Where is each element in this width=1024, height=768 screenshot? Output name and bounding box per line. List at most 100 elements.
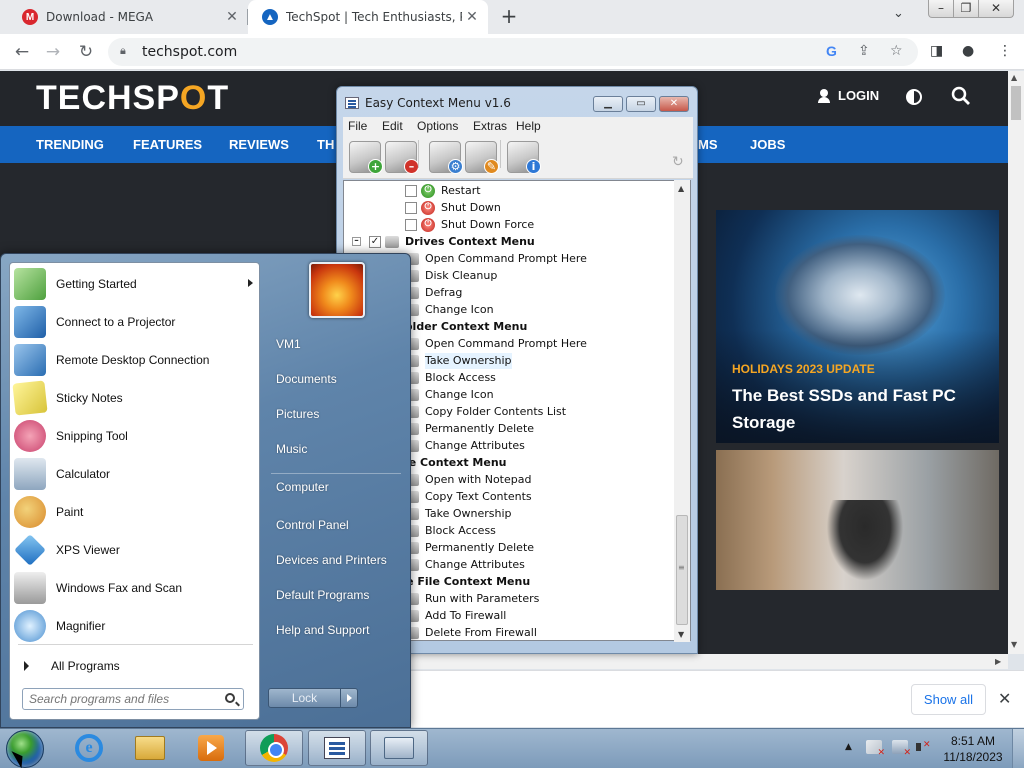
tree-item[interactable]: Run with Parameters [405, 590, 539, 607]
lock-button[interactable]: Lock [268, 688, 341, 708]
tree-item[interactable]: Change Attributes [405, 556, 525, 573]
network-icon[interactable] [892, 740, 911, 758]
link-pictures[interactable]: Pictures [276, 407, 319, 421]
program-sticky-notes[interactable]: Sticky Notes [10, 379, 259, 417]
tree-category-exe[interactable]: xe File Context Menu [399, 573, 530, 590]
nav-ms[interactable]: MS [698, 137, 718, 152]
nav-th[interactable]: TH [317, 137, 334, 152]
tree-item[interactable]: Open Command Prompt Here [405, 335, 587, 352]
login-link[interactable]: LOGIN [818, 88, 879, 103]
tree-item[interactable]: Delete From Firewall [405, 624, 537, 640]
checkbox-checked[interactable]: ✓ [369, 235, 381, 248]
tab-search-chevron-icon[interactable]: ⌄ [893, 6, 904, 21]
tree-item[interactable]: Change Attributes [405, 437, 525, 454]
menu-extras[interactable]: Extras [473, 119, 507, 133]
tree-item[interactable]: Change Icon [405, 301, 494, 318]
program-magnifier[interactable]: Magnifier [10, 607, 259, 645]
link-documents[interactable]: Documents [276, 372, 337, 386]
collapse-icon[interactable]: – [352, 237, 361, 246]
tree-item-shut-down[interactable]: ⏻ Shut Down [405, 199, 501, 216]
tree-item-highlighted[interactable]: Take Ownership [405, 352, 512, 369]
settings-button[interactable]: ⚙ [429, 141, 463, 174]
action-center-flag-icon[interactable] [866, 740, 885, 758]
nav-jobs[interactable]: JOBS [750, 137, 785, 152]
menu-kebab-icon[interactable]: ⋮ [998, 43, 1012, 59]
minimize-button[interactable]: ▁ [593, 96, 623, 112]
user-avatar[interactable] [309, 262, 365, 318]
all-programs-button[interactable]: All Programs [10, 655, 259, 677]
taskbar-easy-context-menu[interactable] [308, 730, 366, 766]
link-devices-printers[interactable]: Devices and Printers [276, 553, 387, 567]
hero-tag[interactable]: HOLIDAYS 2023 UPDATE [732, 362, 875, 376]
techspot-logo[interactable]: TECHSPOT [36, 79, 229, 118]
show-hidden-icons-icon[interactable]: ▲ [845, 742, 852, 752]
taskbar-windows-explorer[interactable] [121, 730, 179, 766]
link-music[interactable]: Music [276, 442, 307, 456]
theme-toggle-icon[interactable] [906, 89, 922, 105]
close-button[interactable]: ✕ [659, 96, 689, 112]
menu-options[interactable]: Options [417, 119, 458, 133]
taskbar-chrome[interactable] [245, 730, 303, 766]
program-calculator[interactable]: Calculator [10, 455, 259, 493]
minimize-button[interactable]: – [928, 0, 954, 18]
scroll-up-arrow-icon[interactable]: ▲ [678, 184, 684, 193]
tree-item[interactable]: Take Ownership [405, 505, 512, 522]
program-connect-projector[interactable]: Connect to a Projector [10, 303, 259, 341]
new-tab-button[interactable]: + [497, 4, 521, 28]
volume-muted-icon[interactable] [916, 740, 931, 754]
back-button[interactable]: ← [11, 41, 33, 63]
tree-category-folder[interactable]: older Context Menu [405, 318, 527, 335]
maximize-button[interactable]: ▭ [626, 96, 656, 112]
nav-reviews[interactable]: REVIEWS [229, 137, 289, 152]
tree-item[interactable]: Defrag [405, 284, 462, 301]
tree-item[interactable]: Copy Text Contents [405, 488, 532, 505]
tree-item[interactable]: Disk Cleanup [405, 267, 497, 284]
remove-all-button[interactable]: – [385, 141, 419, 174]
start-search-box[interactable] [22, 688, 244, 710]
apply-changes-button[interactable]: + [349, 141, 383, 174]
scroll-up-arrow-icon[interactable]: ▲ [1011, 73, 1017, 82]
link-help-support[interactable]: Help and Support [276, 623, 369, 637]
checkbox[interactable] [405, 201, 417, 214]
hero-title[interactable]: The Best SSDs and Fast PC Storage [732, 382, 992, 436]
horizontal-scrollbar[interactable] [410, 654, 1008, 669]
tree-category-file[interactable]: le Context Menu [405, 454, 507, 471]
tab-mega[interactable]: M Download - MEGA ✕ [8, 0, 248, 34]
menu-edit[interactable]: Edit [382, 119, 403, 133]
tree-item[interactable]: Change Icon [405, 386, 494, 403]
address-bar[interactable]: 🔒︎ techspot.com G ⇪ ☆ [108, 38, 918, 66]
refresh-icon[interactable]: ↻ [672, 154, 684, 170]
side-panel-icon[interactable]: ◨ [930, 43, 943, 59]
close-downloads-bar-icon[interactable]: ✕ [998, 689, 1011, 708]
tree-item[interactable]: Block Access [405, 369, 496, 386]
tree-item[interactable]: Block Access [405, 522, 496, 539]
close-tab-icon[interactable]: ✕ [222, 9, 242, 25]
nav-features[interactable]: FEATURES [133, 137, 202, 152]
program-getting-started[interactable]: Getting Started [10, 265, 259, 303]
lock-icon[interactable]: 🔒︎ [120, 44, 126, 58]
bookmark-star-icon[interactable]: ☆ [890, 43, 903, 59]
tree-item[interactable]: Permanently Delete [405, 539, 534, 556]
system-clock[interactable]: 8:51 AM 11/18/2023 [938, 733, 1008, 765]
maximize-button[interactable]: ❐ [953, 0, 979, 18]
search-icon[interactable] [225, 693, 235, 703]
google-icon[interactable]: G [826, 43, 837, 59]
taskbar-keyboard-app[interactable] [370, 730, 428, 766]
tree-item[interactable]: Permanently Delete [405, 420, 534, 437]
tree-item[interactable]: Add To Firewall [405, 607, 506, 624]
program-snipping-tool[interactable]: Snipping Tool [10, 417, 259, 455]
show-desktop-button[interactable] [1012, 729, 1024, 768]
close-tab-icon[interactable]: ✕ [462, 9, 482, 25]
checkbox[interactable] [405, 218, 417, 231]
tree-item[interactable]: Copy Folder Contents List [405, 403, 566, 420]
link-user-folder[interactable]: VM1 [276, 337, 301, 351]
page-scrollbar[interactable] [1008, 71, 1024, 654]
tree-item-shut-down-force[interactable]: ⏻ Shut Down Force [405, 216, 534, 233]
taskbar-internet-explorer[interactable]: e [60, 730, 118, 766]
page-scroll-thumb[interactable] [1011, 86, 1021, 120]
tree-category-drives[interactable]: – ✓ Drives Context Menu [352, 233, 535, 250]
link-computer[interactable]: Computer [276, 480, 329, 494]
program-remote-desktop[interactable]: Remote Desktop Connection [10, 341, 259, 379]
scroll-right-arrow-icon[interactable]: ▶ [995, 657, 1001, 666]
submenu-arrow-icon[interactable] [248, 279, 253, 287]
